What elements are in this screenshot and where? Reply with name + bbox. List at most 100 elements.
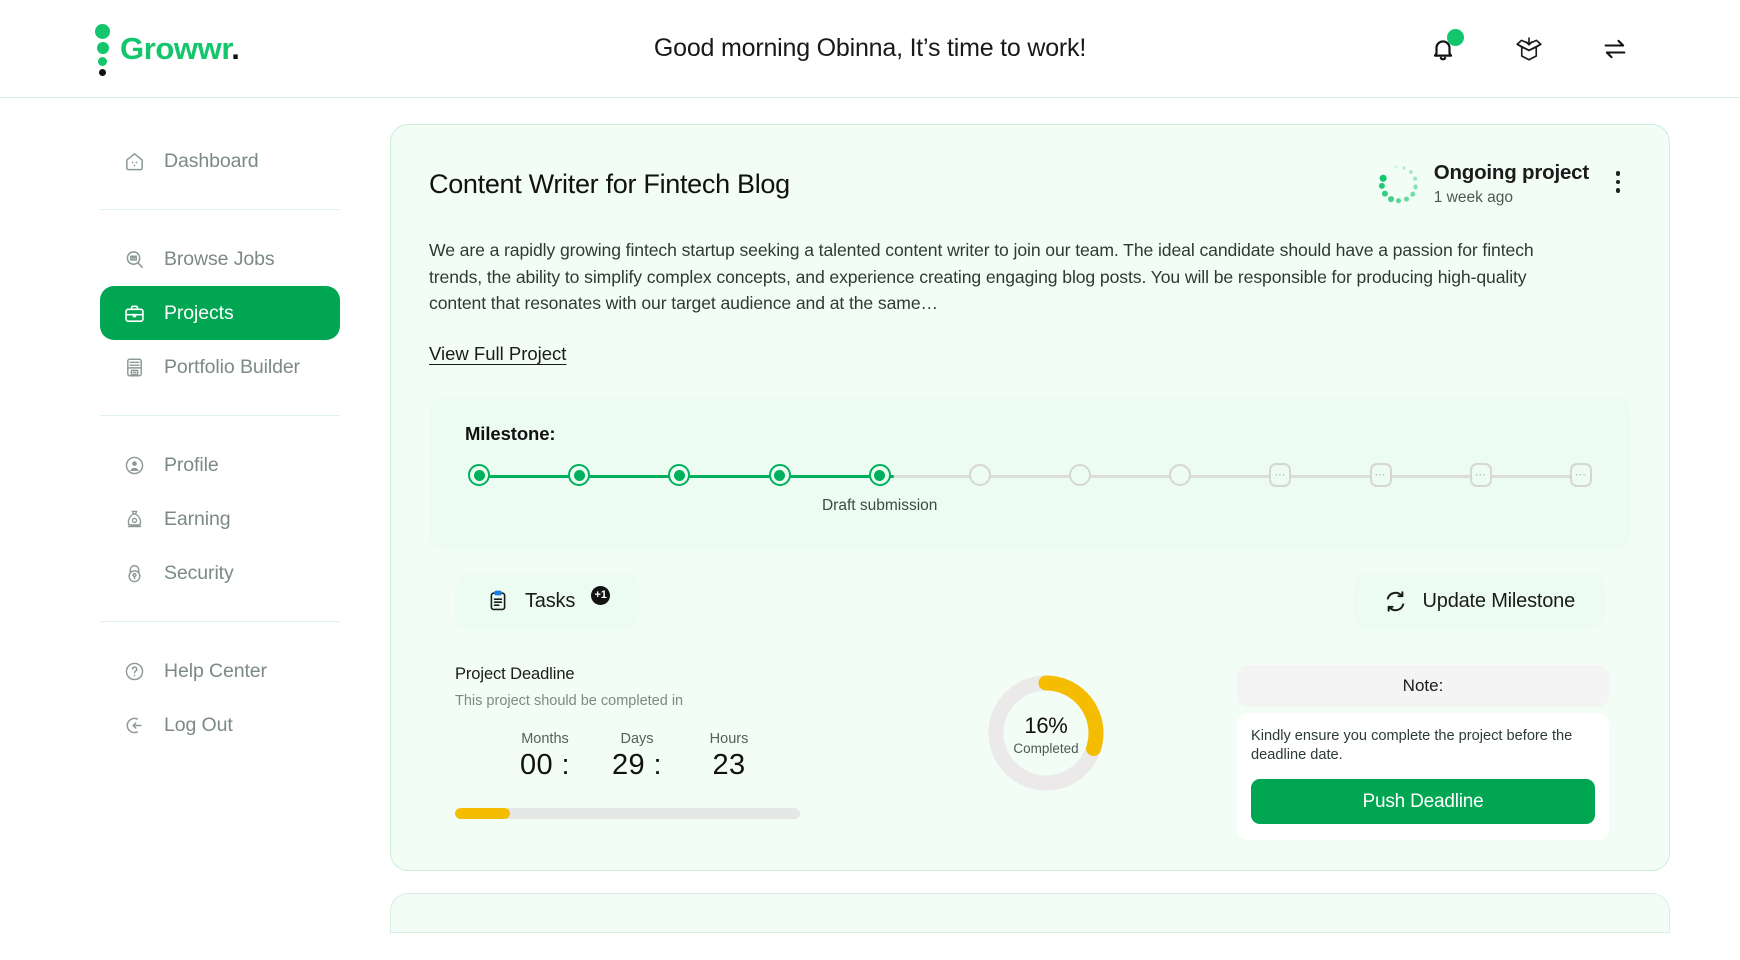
question-circle-icon — [122, 659, 146, 683]
header-actions — [1426, 28, 1632, 66]
deadline-section: Project Deadline This project should be … — [455, 665, 855, 820]
clipboard-icon — [485, 588, 511, 614]
note-text: Kindly ensure you complete the project b… — [1251, 728, 1573, 764]
money-bag-icon — [122, 507, 146, 531]
milestone-node-marker-pending: ⋯ — [1369, 463, 1392, 488]
brand-logo[interactable]: Growwr. — [95, 22, 395, 76]
transfer-arrows-icon[interactable] — [1598, 32, 1632, 66]
sidebar-divider — [100, 209, 340, 210]
sidebar-item-log-out[interactable]: Log Out — [100, 698, 340, 752]
milestone-node-marker-done — [768, 464, 791, 487]
briefcase-icon — [122, 301, 146, 325]
sidebar-item-label: Security — [164, 561, 234, 584]
milestone-node[interactable]: ⋯ — [1567, 459, 1595, 493]
milestone-node-marker-done — [868, 464, 891, 487]
sidebar-item-help-center[interactable]: Help Center — [100, 644, 340, 698]
completion-chart: 16% Completed — [855, 665, 1237, 795]
deadline-title: Project Deadline — [455, 665, 575, 684]
milestone-node-marker-pending: ⋯ — [1469, 463, 1492, 488]
portfolio-icon — [122, 355, 146, 379]
refresh-icon — [1383, 588, 1409, 614]
sidebar-item-earning[interactable]: Earning — [100, 492, 340, 546]
sidebar-divider — [100, 415, 340, 416]
milestone-node[interactable]: ⋯ — [1467, 459, 1495, 493]
update-milestone-button[interactable]: Update Milestone — [1352, 573, 1605, 630]
sidebar: Dashboard Browse Jobs Projects Portfolio… — [0, 98, 390, 960]
logout-icon — [122, 713, 146, 737]
notification-badge — [1447, 28, 1464, 46]
user-circle-icon — [122, 453, 146, 477]
sidebar-item-label: Projects — [164, 301, 234, 324]
kebab-menu-icon[interactable] — [1605, 165, 1631, 199]
countdown-unit-label: Days — [620, 731, 654, 748]
milestone-node[interactable] — [766, 459, 794, 493]
milestone-node[interactable]: ⋯ — [1266, 459, 1294, 493]
milestone-node-marker-empty — [1169, 464, 1192, 487]
tasks-count-badge: +1 — [591, 585, 611, 605]
milestone-node[interactable] — [565, 459, 593, 493]
countdown-unit-label: Months — [521, 731, 569, 748]
deadline-progress-fill — [455, 808, 511, 820]
sidebar-item-label: Dashboard — [164, 149, 259, 172]
update-milestone-label: Update Milestone — [1422, 589, 1576, 612]
status-badge: Ongoing project — [1433, 161, 1589, 184]
milestone-node-marker-done — [668, 464, 691, 487]
sidebar-item-label: Portfolio Builder — [164, 355, 300, 378]
countdown-unit: Days 29 : — [591, 731, 683, 782]
view-full-project-link[interactable]: View Full Project — [429, 343, 566, 365]
project-description: We are a rapidly growing fintech startup… — [429, 240, 1534, 314]
home-icon — [122, 149, 146, 173]
deadline-progress-bar — [455, 808, 800, 820]
main-content: Content Writer for Fintech Blog Ongoing … — [390, 98, 1740, 960]
sidebar-item-label: Profile — [164, 453, 219, 476]
page-title: Content Writer for Fintech Blog — [429, 169, 790, 199]
completion-percent: 16% — [1024, 712, 1068, 738]
countdown-unit-label: Hours — [709, 731, 749, 748]
tasks-button[interactable]: Tasks +1 — [455, 573, 641, 630]
milestone-node-marker-done — [468, 464, 490, 487]
lock-icon — [122, 561, 146, 585]
sidebar-group-main: Dashboard — [100, 134, 340, 188]
sidebar-item-label: Earning — [164, 507, 231, 530]
sidebar-item-label: Log Out — [164, 713, 233, 736]
sidebar-item-dashboard[interactable]: Dashboard — [100, 134, 340, 188]
milestone-track: Draft submission ⋯ ⋯ ⋯ ⋯ — [465, 459, 1595, 519]
countdown-unit: Months 00 : — [499, 731, 591, 782]
milestone-node-marker-empty — [1069, 464, 1092, 487]
next-project-card-peek[interactable] — [390, 893, 1670, 934]
milestone-node[interactable] — [465, 459, 493, 493]
milestone-node-marker-done — [568, 464, 591, 487]
milestone-node[interactable]: Draft submission — [822, 459, 937, 514]
status-timestamp: 1 week ago — [1433, 188, 1513, 206]
countdown-unit: Hours 23 — [683, 731, 775, 782]
countdown-unit-value: 29 : — [612, 749, 662, 782]
sidebar-item-browse-jobs[interactable]: Browse Jobs — [100, 232, 340, 286]
sidebar-item-projects[interactable]: Projects — [100, 286, 340, 340]
note-heading: Note: — [1237, 665, 1609, 708]
countdown-unit-value: 23 — [712, 749, 746, 782]
app-window: Growwr. Good morning Obinna, It’s time t… — [0, 0, 1740, 960]
milestone-node-marker-pending: ⋯ — [1569, 463, 1592, 488]
sidebar-item-security[interactable]: Security — [100, 546, 340, 600]
sidebar-group-account: Profile Earning Security — [100, 438, 340, 600]
brand-name: Growwr. — [120, 30, 240, 66]
milestone-node[interactable] — [1166, 459, 1194, 493]
milestone-node[interactable] — [1066, 459, 1094, 493]
notification-bell-icon[interactable] — [1426, 28, 1464, 66]
milestone-current-caption: Draft submission — [821, 497, 938, 515]
completion-caption: Completed — [1013, 740, 1079, 756]
sidebar-group-work: Browse Jobs Projects Portfolio Builder — [100, 232, 340, 394]
page-body: Dashboard Browse Jobs Projects Portfolio… — [0, 98, 1740, 960]
sidebar-divider — [100, 621, 340, 622]
milestone-node[interactable] — [966, 459, 994, 493]
sidebar-item-profile[interactable]: Profile — [100, 438, 340, 492]
sidebar-item-portfolio-builder[interactable]: Portfolio Builder — [100, 340, 340, 394]
package-box-icon[interactable] — [1512, 32, 1546, 66]
logo-dots-icon — [95, 22, 110, 76]
milestone-node[interactable]: ⋯ — [1367, 459, 1395, 493]
push-deadline-button[interactable]: Push Deadline — [1251, 779, 1595, 825]
countdown-clock: Months 00 : Days 29 : Hours 23 — [455, 731, 855, 782]
sidebar-item-label: Help Center — [164, 659, 267, 682]
milestone-node[interactable] — [665, 459, 693, 493]
countdown-unit-value: 00 : — [520, 749, 570, 782]
